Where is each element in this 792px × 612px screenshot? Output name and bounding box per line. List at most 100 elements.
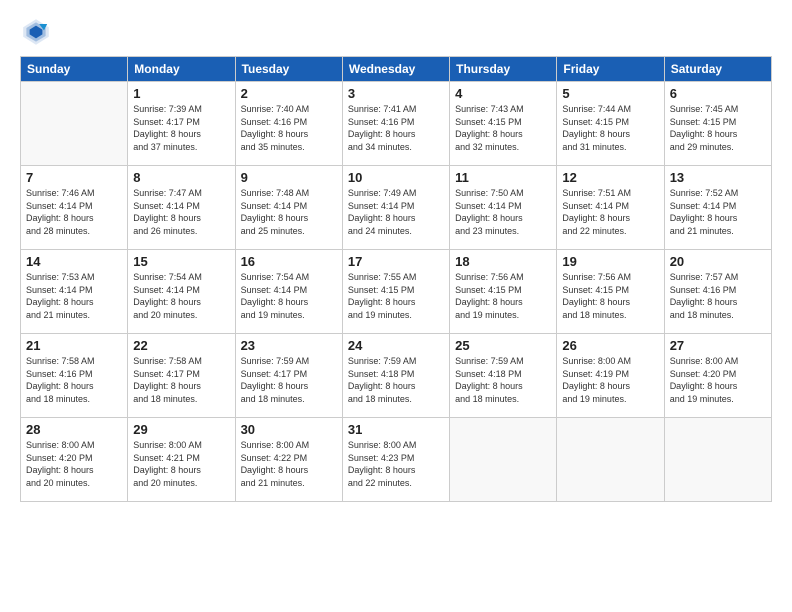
day-number: 14	[26, 254, 122, 269]
cell-content: Sunrise: 7:46 AMSunset: 4:14 PMDaylight:…	[26, 187, 122, 237]
day-header-tuesday: Tuesday	[235, 57, 342, 82]
cell-content: Sunrise: 7:52 AMSunset: 4:14 PMDaylight:…	[670, 187, 766, 237]
day-header-saturday: Saturday	[664, 57, 771, 82]
cell-content: Sunrise: 8:00 AMSunset: 4:19 PMDaylight:…	[562, 355, 658, 405]
logo	[20, 16, 56, 48]
cell-content: Sunrise: 7:53 AMSunset: 4:14 PMDaylight:…	[26, 271, 122, 321]
week-row-3: 21Sunrise: 7:58 AMSunset: 4:16 PMDayligh…	[21, 334, 772, 418]
day-number: 3	[348, 86, 444, 101]
day-number: 2	[241, 86, 337, 101]
cell-content: Sunrise: 7:45 AMSunset: 4:15 PMDaylight:…	[670, 103, 766, 153]
day-number: 18	[455, 254, 551, 269]
day-number: 5	[562, 86, 658, 101]
day-number: 23	[241, 338, 337, 353]
calendar-cell: 25Sunrise: 7:59 AMSunset: 4:18 PMDayligh…	[450, 334, 557, 418]
calendar-cell: 6 Sunrise: 7:45 AMSunset: 4:15 PMDaylight…	[664, 82, 771, 166]
cell-content: Sunrise: 8:00 AMSunset: 4:21 PMDaylight:…	[133, 439, 229, 489]
day-number: 29	[133, 422, 229, 437]
calendar-cell: 21Sunrise: 7:58 AMSunset: 4:16 PMDayligh…	[21, 334, 128, 418]
cell-content: Sunrise: 8:00 AMSunset: 4:20 PMDaylight:…	[670, 355, 766, 405]
cell-content: Sunrise: 7:43 AMSunset: 4:15 PMDaylight:…	[455, 103, 551, 153]
cell-content: Sunrise: 7:49 AMSunset: 4:14 PMDaylight:…	[348, 187, 444, 237]
calendar-cell: 29 Sunrise: 8:00 AMSunset: 4:21 PMDayligh…	[128, 418, 235, 502]
cell-content: Sunrise: 7:55 AMSunset: 4:15 PMDaylight:…	[348, 271, 444, 321]
calendar-cell: 31 Sunrise: 8:00 AMSunset: 4:23 PMDayligh…	[342, 418, 449, 502]
week-row-4: 28Sunrise: 8:00 AMSunset: 4:20 PMDayligh…	[21, 418, 772, 502]
calendar-cell: 2Sunrise: 7:40 AMSunset: 4:16 PMDaylight…	[235, 82, 342, 166]
day-header-monday: Monday	[128, 57, 235, 82]
calendar-cell: 27 Sunrise: 8:00 AMSunset: 4:20 PMDayligh…	[664, 334, 771, 418]
day-number: 17	[348, 254, 444, 269]
week-row-2: 14 Sunrise: 7:53 AMSunset: 4:14 PMDayligh…	[21, 250, 772, 334]
calendar-cell: 23 Sunrise: 7:59 AMSunset: 4:17 PMDayligh…	[235, 334, 342, 418]
calendar-table: SundayMondayTuesdayWednesdayThursdayFrid…	[20, 56, 772, 502]
day-number: 30	[241, 422, 337, 437]
calendar-cell: 7 Sunrise: 7:46 AMSunset: 4:14 PMDaylight…	[21, 166, 128, 250]
calendar-cell: 28Sunrise: 8:00 AMSunset: 4:20 PMDayligh…	[21, 418, 128, 502]
calendar-cell: 19Sunrise: 7:56 AMSunset: 4:15 PMDayligh…	[557, 250, 664, 334]
week-row-0: 1Sunrise: 7:39 AMSunset: 4:17 PMDaylight…	[21, 82, 772, 166]
cell-content: Sunrise: 7:57 AMSunset: 4:16 PMDaylight:…	[670, 271, 766, 321]
day-number: 31	[348, 422, 444, 437]
day-number: 24	[348, 338, 444, 353]
cell-content: Sunrise: 7:58 AMSunset: 4:17 PMDaylight:…	[133, 355, 229, 405]
calendar-cell: 26 Sunrise: 8:00 AMSunset: 4:19 PMDayligh…	[557, 334, 664, 418]
day-number: 22	[133, 338, 229, 353]
calendar-cell: 22 Sunrise: 7:58 AMSunset: 4:17 PMDayligh…	[128, 334, 235, 418]
day-number: 20	[670, 254, 766, 269]
day-number: 7	[26, 170, 122, 185]
cell-content: Sunrise: 8:00 AMSunset: 4:22 PMDaylight:…	[241, 439, 337, 489]
calendar-cell	[450, 418, 557, 502]
cell-content: Sunrise: 7:59 AMSunset: 4:17 PMDaylight:…	[241, 355, 337, 405]
calendar-cell: 3Sunrise: 7:41 AMSunset: 4:16 PMDaylight…	[342, 82, 449, 166]
day-number: 26	[562, 338, 658, 353]
calendar-cell: 10 Sunrise: 7:49 AMSunset: 4:14 PMDayligh…	[342, 166, 449, 250]
day-header-friday: Friday	[557, 57, 664, 82]
day-number: 27	[670, 338, 766, 353]
calendar-cell: 30 Sunrise: 8:00 AMSunset: 4:22 PMDayligh…	[235, 418, 342, 502]
day-number: 11	[455, 170, 551, 185]
day-number: 25	[455, 338, 551, 353]
day-number: 8	[133, 170, 229, 185]
cell-content: Sunrise: 7:54 AMSunset: 4:14 PMDaylight:…	[133, 271, 229, 321]
calendar-cell: 9Sunrise: 7:48 AMSunset: 4:14 PMDaylight…	[235, 166, 342, 250]
day-header-sunday: Sunday	[21, 57, 128, 82]
calendar-cell: 20 Sunrise: 7:57 AMSunset: 4:16 PMDayligh…	[664, 250, 771, 334]
cell-content: Sunrise: 7:59 AMSunset: 4:18 PMDaylight:…	[348, 355, 444, 405]
cell-content: Sunrise: 7:51 AMSunset: 4:14 PMDaylight:…	[562, 187, 658, 237]
calendar-cell: 4 Sunrise: 7:43 AMSunset: 4:15 PMDaylight…	[450, 82, 557, 166]
calendar-cell: 16 Sunrise: 7:54 AMSunset: 4:14 PMDayligh…	[235, 250, 342, 334]
calendar-cell: 1Sunrise: 7:39 AMSunset: 4:17 PMDaylight…	[128, 82, 235, 166]
calendar-cell: 17 Sunrise: 7:55 AMSunset: 4:15 PMDayligh…	[342, 250, 449, 334]
calendar-cell	[21, 82, 128, 166]
cell-content: Sunrise: 7:44 AMSunset: 4:15 PMDaylight:…	[562, 103, 658, 153]
cell-content: Sunrise: 8:00 AMSunset: 4:23 PMDaylight:…	[348, 439, 444, 489]
cell-content: Sunrise: 7:50 AMSunset: 4:14 PMDaylight:…	[455, 187, 551, 237]
calendar-cell	[557, 418, 664, 502]
cell-content: Sunrise: 7:54 AMSunset: 4:14 PMDaylight:…	[241, 271, 337, 321]
calendar-header-row: SundayMondayTuesdayWednesdayThursdayFrid…	[21, 57, 772, 82]
cell-content: Sunrise: 8:00 AMSunset: 4:20 PMDaylight:…	[26, 439, 122, 489]
calendar-cell: 5 Sunrise: 7:44 AMSunset: 4:15 PMDaylight…	[557, 82, 664, 166]
calendar-cell: 12 Sunrise: 7:51 AMSunset: 4:14 PMDayligh…	[557, 166, 664, 250]
day-number: 9	[241, 170, 337, 185]
day-number: 4	[455, 86, 551, 101]
header	[20, 16, 772, 48]
day-header-wednesday: Wednesday	[342, 57, 449, 82]
page: SundayMondayTuesdayWednesdayThursdayFrid…	[0, 0, 792, 612]
day-number: 12	[562, 170, 658, 185]
calendar-cell: 18Sunrise: 7:56 AMSunset: 4:15 PMDayligh…	[450, 250, 557, 334]
calendar-cell: 15 Sunrise: 7:54 AMSunset: 4:14 PMDayligh…	[128, 250, 235, 334]
day-number: 13	[670, 170, 766, 185]
day-number: 10	[348, 170, 444, 185]
day-number: 15	[133, 254, 229, 269]
calendar-cell: 11 Sunrise: 7:50 AMSunset: 4:14 PMDayligh…	[450, 166, 557, 250]
day-header-thursday: Thursday	[450, 57, 557, 82]
day-number: 21	[26, 338, 122, 353]
calendar-cell: 8 Sunrise: 7:47 AMSunset: 4:14 PMDaylight…	[128, 166, 235, 250]
cell-content: Sunrise: 7:56 AMSunset: 4:15 PMDaylight:…	[562, 271, 658, 321]
day-number: 6	[670, 86, 766, 101]
cell-content: Sunrise: 7:47 AMSunset: 4:14 PMDaylight:…	[133, 187, 229, 237]
day-number: 1	[133, 86, 229, 101]
day-number: 16	[241, 254, 337, 269]
